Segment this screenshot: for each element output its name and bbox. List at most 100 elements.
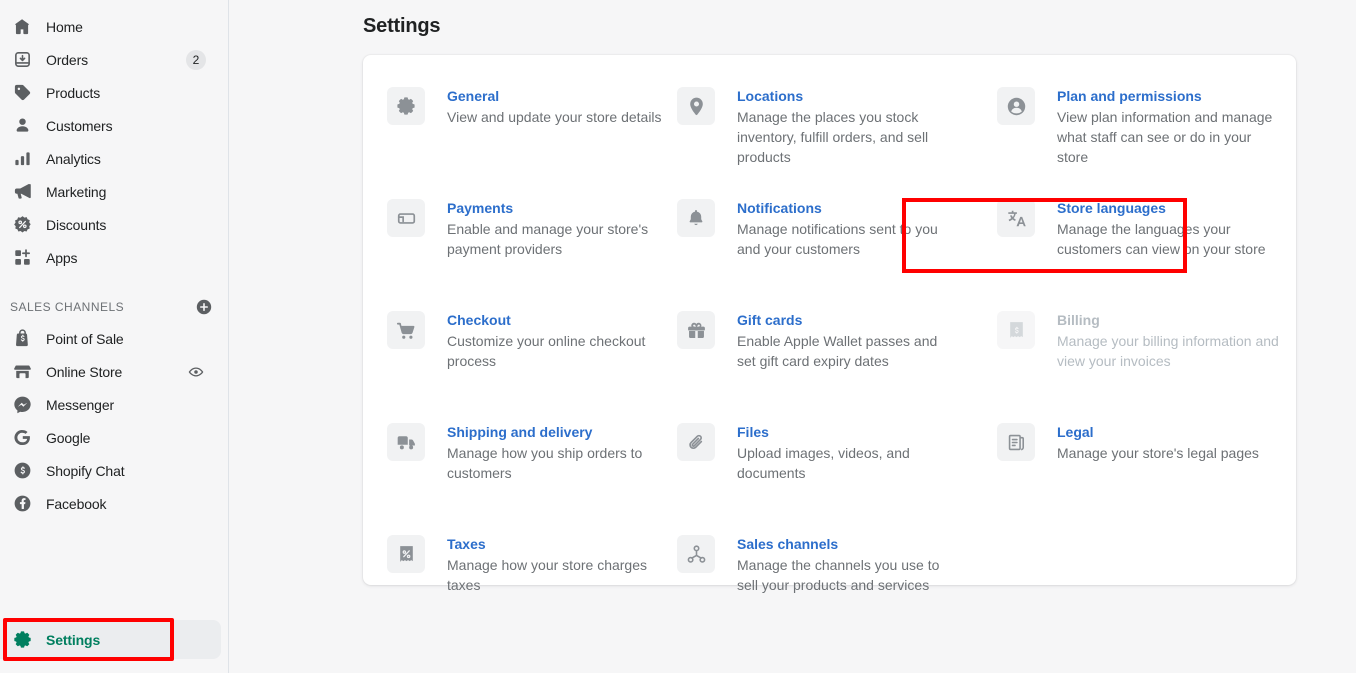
settings-item-title-payments[interactable]: Payments — [447, 198, 669, 218]
settings-item-plan-and-permissions[interactable]: Plan and permissions View plan informatio… — [997, 85, 1287, 197]
settings-item-description: Upload images, videos, and documents — [737, 445, 910, 481]
sidebar-item-apps[interactable]: Apps — [0, 241, 220, 274]
sidebar-item-label-settings: Settings — [46, 631, 101, 648]
legal-scroll-icon — [997, 423, 1035, 461]
sidebar-item-online-store[interactable]: Online Store — [0, 355, 220, 388]
settings-nav-wrapper: Settings — [0, 620, 221, 659]
sidebar-item-home[interactable]: Home — [0, 10, 220, 43]
settings-item-text: Gift cards Enable Apple Wallet passes and… — [737, 309, 959, 371]
sidebar-item-label: Apps — [46, 249, 78, 266]
sidebar-badge-orders: 2 — [186, 49, 206, 70]
point-of-sale-icon — [8, 325, 36, 353]
delivery-truck-icon — [387, 423, 425, 461]
sidebar-item-analytics[interactable]: Analytics — [0, 142, 220, 175]
settings-item-title-shipping-and-delivery[interactable]: Shipping and delivery — [447, 422, 669, 442]
sidebar-item-messenger[interactable]: Messenger — [0, 388, 220, 421]
settings-item-title-checkout[interactable]: Checkout — [447, 310, 669, 330]
sidebar-item-facebook[interactable]: Facebook — [0, 487, 220, 520]
sidebar-item-label: Marketing — [46, 183, 107, 200]
receipt-percent-icon — [387, 535, 425, 573]
shopping-cart-icon — [387, 311, 425, 349]
sidebar-item-shopify-chat[interactable]: Shopify Chat — [0, 454, 220, 487]
settings-item-title-store-languages[interactable]: Store languages — [1057, 198, 1279, 218]
settings-item-gift-cards[interactable]: Gift cards Enable Apple Wallet passes and… — [677, 309, 997, 421]
sidebar-item-label: Point of Sale — [46, 330, 124, 347]
settings-item-title-notifications[interactable]: Notifications — [737, 198, 959, 218]
settings-item-text: Taxes Manage how your store charges taxes — [447, 533, 669, 595]
page-title: Settings — [363, 15, 441, 37]
settings-item-title-legal[interactable]: Legal — [1057, 422, 1259, 442]
discounts-percent-icon — [8, 211, 36, 239]
settings-item-description: Manage the languages your customers can … — [1057, 221, 1266, 257]
sidebar-item-products[interactable]: Products — [0, 76, 220, 109]
sidebar-item-point-of-sale[interactable]: Point of Sale — [0, 322, 220, 355]
eye-icon[interactable] — [188, 364, 204, 380]
settings-item-title-plan-and-permissions[interactable]: Plan and permissions — [1057, 86, 1279, 106]
translate-icon — [997, 199, 1035, 237]
plus-circle-icon[interactable] — [196, 299, 212, 315]
settings-item-files[interactable]: Files Upload images, videos, and document… — [677, 421, 997, 533]
settings-item-billing: Billing Manage your billing information a… — [997, 309, 1287, 421]
settings-item-legal[interactable]: Legal Manage your store's legal pages — [997, 421, 1287, 533]
paperclip-icon — [677, 423, 715, 461]
settings-item-text: Payments Enable and manage your store's p… — [447, 197, 669, 259]
settings-item-title-taxes[interactable]: Taxes — [447, 534, 669, 554]
sidebar-item-label: Orders — [46, 51, 88, 68]
sidebar-item-label: Google — [46, 429, 91, 446]
settings-item-text: Shipping and delivery Manage how you ship… — [447, 421, 669, 483]
home-icon — [8, 13, 36, 41]
settings-item-text: Sales channels Manage the channels you us… — [737, 533, 959, 595]
sales-channels-header: SALES CHANNELS — [0, 292, 228, 322]
settings-item-description: Manage your billing information and view… — [1057, 333, 1279, 369]
sidebar-item-orders[interactable]: Orders 2 — [0, 43, 220, 76]
settings-item-title-billing: Billing — [1057, 312, 1100, 328]
settings-item-title-sales-channels[interactable]: Sales channels — [737, 534, 959, 554]
sidebar-item-marketing[interactable]: Marketing — [0, 175, 220, 208]
settings-item-taxes[interactable]: Taxes Manage how your store charges taxes — [387, 533, 677, 645]
online-store-icon — [8, 358, 36, 386]
settings-item-text: General View and update your store detail… — [447, 85, 662, 127]
sidebar-item-discounts[interactable]: Discounts — [0, 208, 220, 241]
settings-item-text: Files Upload images, videos, and document… — [737, 421, 959, 483]
facebook-icon — [8, 490, 36, 518]
sidebar-item-label: Home — [46, 18, 83, 35]
sidebar-item-customers[interactable]: Customers — [0, 109, 220, 142]
settings-item-checkout[interactable]: Checkout Customize your online checkout p… — [387, 309, 677, 421]
gift-card-icon — [677, 311, 715, 349]
settings-item-text: Locations Manage the places you stock inv… — [737, 85, 959, 167]
settings-card: General View and update your store detail… — [363, 55, 1296, 593]
settings-item-title-files[interactable]: Files — [737, 422, 959, 442]
settings-item-payments[interactable]: Payments Enable and manage your store's p… — [387, 197, 677, 309]
settings-item-text: Legal Manage your store's legal pages — [1057, 421, 1259, 463]
settings-item-description: View plan information and manage what st… — [1057, 109, 1273, 165]
settings-item-text: Checkout Customize your online checkout p… — [447, 309, 669, 371]
settings-item-general[interactable]: General View and update your store detail… — [387, 85, 677, 197]
settings-item-shipping-and-delivery[interactable]: Shipping and delivery Manage how you ship… — [387, 421, 677, 533]
settings-item-description: Manage how you ship orders to customers — [447, 445, 643, 481]
messenger-icon — [8, 391, 36, 419]
settings-item-title-gift-cards[interactable]: Gift cards — [737, 310, 959, 330]
sidebar-item-label: Products — [46, 84, 101, 101]
settings-item-title-locations[interactable]: Locations — [737, 86, 959, 106]
payment-card-icon — [387, 199, 425, 237]
sidebar-item-settings[interactable]: Settings — [0, 620, 221, 659]
settings-item-store-languages[interactable]: Store languages Manage the languages your… — [997, 197, 1287, 309]
settings-item-description: Customize your online checkout process — [447, 333, 646, 369]
person-circle-icon — [997, 87, 1035, 125]
settings-item-locations[interactable]: Locations Manage the places you stock inv… — [677, 85, 997, 197]
settings-item-text: Billing Manage your billing information a… — [1057, 309, 1279, 371]
apps-grid-icon — [8, 244, 36, 272]
orders-icon — [8, 46, 36, 74]
receipt-dollar-icon — [997, 311, 1035, 349]
sidebar-item-google[interactable]: Google — [0, 421, 220, 454]
settings-item-sales-channels[interactable]: Sales channels Manage the channels you us… — [677, 533, 997, 645]
sales-channels-navigation: Point of Sale Online Store Messenger Google… — [0, 322, 228, 520]
sidebar-item-label: Messenger — [46, 396, 114, 413]
sales-channels-label: SALES CHANNELS — [10, 300, 125, 314]
analytics-bars-icon — [8, 145, 36, 173]
settings-grid: General View and update your store detail… — [363, 55, 1296, 645]
settings-item-title-general[interactable]: General — [447, 86, 662, 106]
gear-icon — [8, 626, 36, 654]
settings-item-description: Manage notifications sent to you and you… — [737, 221, 938, 257]
settings-item-notifications[interactable]: Notifications Manage notifications sent t… — [677, 197, 997, 309]
